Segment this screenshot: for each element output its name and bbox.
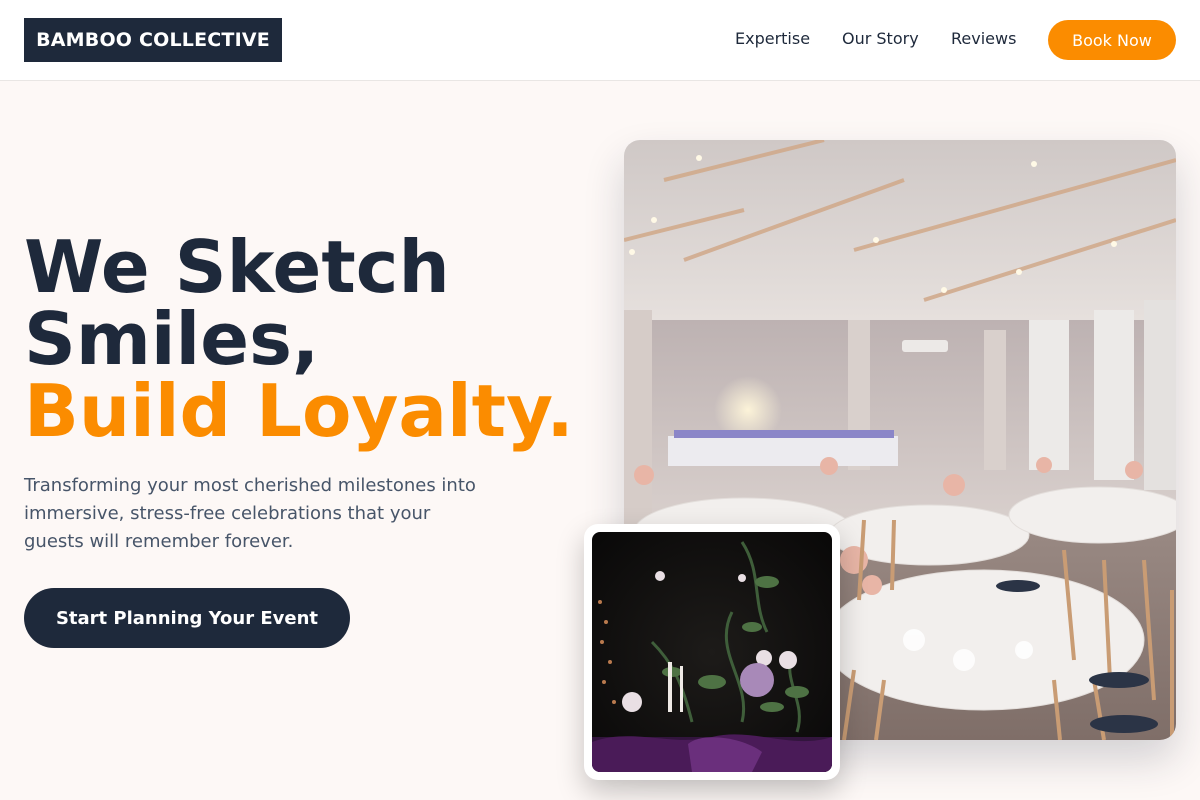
inset-photo-frame (584, 524, 840, 780)
navbar: BAMBOO COLLECTIVE Expertise Our Story Re… (0, 0, 1200, 81)
hero-subtext: Transforming your most cherished milesto… (24, 475, 476, 552)
headline-line-2: Smiles, (24, 297, 320, 381)
headline-line-1: We Sketch (24, 225, 450, 309)
brand-logo[interactable]: BAMBOO COLLECTIVE (24, 18, 282, 62)
book-now-button[interactable]: Book Now (1048, 20, 1176, 60)
floral-centerpiece-photo (592, 532, 832, 772)
nav-link-our-story[interactable]: Our Story (842, 29, 919, 48)
nav-link-reviews[interactable]: Reviews (951, 29, 1016, 48)
headline-accent: Build Loyalty. (24, 369, 574, 453)
start-planning-button[interactable]: Start Planning Your Event (24, 588, 350, 648)
hero-headline: We Sketch Smiles, Build Loyalty. (24, 231, 574, 447)
nav-link-expertise[interactable]: Expertise (735, 29, 810, 48)
